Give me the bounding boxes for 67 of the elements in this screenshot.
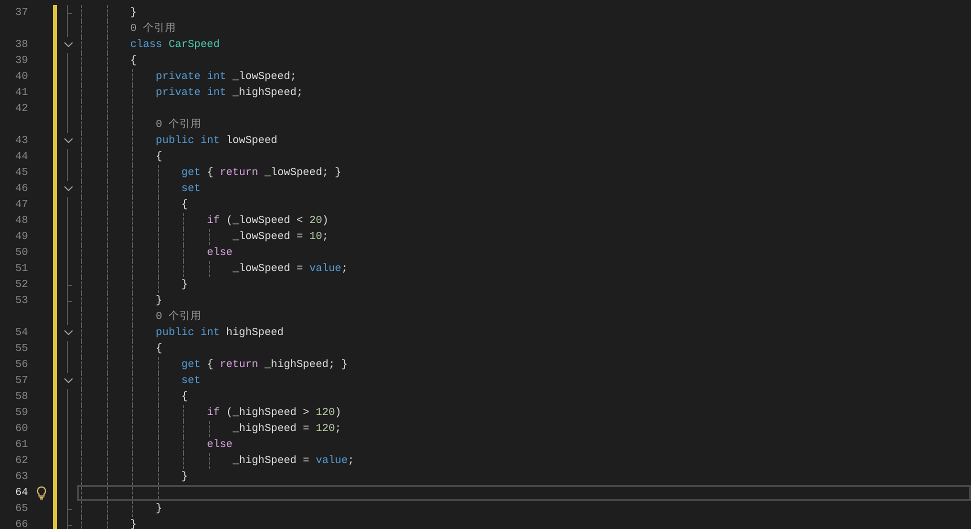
chevron-down-icon[interactable] [64, 378, 72, 384]
code-line: _highSpeed = value; [232, 454, 354, 469]
line-number: 58 [15, 390, 28, 405]
lightbulb-icon[interactable] [36, 486, 47, 500]
chevron-down-icon[interactable] [64, 138, 72, 144]
line-number: 47 [15, 198, 28, 213]
code-line: if (_lowSpeed < 20) [207, 214, 329, 229]
line-number: 38 [15, 38, 28, 53]
line-number: 46 [15, 182, 28, 197]
code-line: } [156, 502, 162, 517]
code-line: if (_highSpeed > 120) [207, 406, 342, 421]
code-line: { [156, 150, 162, 165]
code-line: _lowSpeed = value; [232, 262, 348, 277]
line-number: 56 [15, 358, 28, 373]
line-number: 51 [15, 262, 28, 277]
line-number: 45 [15, 166, 28, 181]
line-number: 61 [15, 438, 28, 453]
line-number: 59 [15, 406, 28, 421]
line-number: 40 [15, 70, 28, 85]
code-line: get { return _highSpeed; } [181, 358, 348, 373]
line-number: 64 [15, 486, 28, 501]
line-number: 57 [15, 374, 28, 389]
line-number: 49 [15, 230, 28, 245]
line-number: 37 [15, 6, 28, 21]
line-number: 52 [15, 278, 28, 293]
code-line: { [181, 198, 188, 213]
line-number: 66 [15, 518, 28, 529]
code-line: { [130, 54, 137, 69]
code-line: _lowSpeed = 10; [232, 230, 329, 245]
code-line: } [130, 518, 137, 529]
code-line: public int lowSpeed [156, 134, 278, 149]
line-number: 60 [15, 422, 28, 437]
line-number: 42 [15, 102, 28, 117]
code-line: private int _lowSpeed; [156, 70, 296, 85]
code-line: class CarSpeed [130, 38, 220, 53]
code-line: } [181, 278, 188, 293]
code-line: else [207, 438, 233, 453]
code-line: set [181, 182, 201, 197]
code-line: get { return _lowSpeed; } [181, 166, 342, 181]
chevron-down-icon[interactable] [64, 42, 72, 48]
code-line: { [156, 342, 162, 357]
chevron-down-icon[interactable] [64, 186, 72, 192]
line-number: 63 [15, 470, 28, 485]
code-line: set [181, 374, 201, 389]
reference-count[interactable]: 0 个引用 [156, 117, 202, 133]
line-number: 62 [15, 454, 28, 469]
code-line: { [181, 390, 188, 405]
code-line: private int _highSpeed; [156, 86, 303, 101]
code-line: } [181, 470, 188, 485]
code-line: _highSpeed = 120; [232, 422, 342, 437]
code-line: } [130, 6, 137, 21]
line-number: 50 [15, 246, 28, 261]
reference-count[interactable]: 0 个引用 [130, 21, 176, 37]
line-number: 55 [15, 342, 28, 357]
line-number: 53 [15, 294, 28, 309]
reference-count[interactable]: 0 个引用 [156, 309, 202, 325]
line-number: 65 [15, 502, 28, 517]
code-line: else [207, 246, 233, 261]
line-number: 54 [15, 326, 28, 341]
line-number: 43 [15, 134, 28, 149]
line-number: 41 [15, 86, 28, 101]
line-number: 48 [15, 214, 28, 229]
code-line: public int highSpeed [156, 326, 284, 341]
line-number: 39 [15, 54, 28, 69]
line-number: 44 [15, 150, 28, 165]
code-line: } [156, 294, 162, 309]
chevron-down-icon[interactable] [64, 330, 72, 336]
